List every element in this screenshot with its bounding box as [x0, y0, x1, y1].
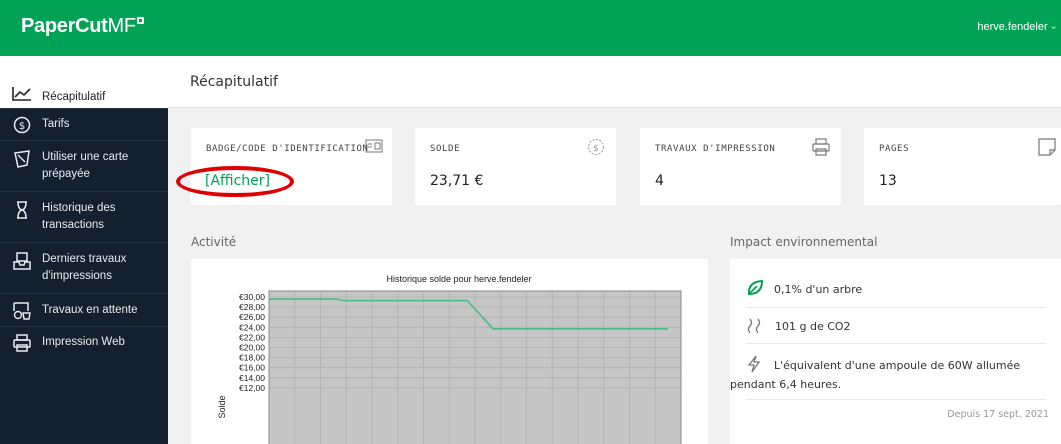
chart-title: Historique solde pour herve.fendeler	[386, 274, 531, 284]
dollar-circle-icon: $	[587, 138, 605, 160]
page-header: Récapitulatif	[168, 56, 1061, 108]
sidebar-item-label: Derniers travaux d'impressions	[42, 253, 127, 282]
y-tick-label: €26,00	[239, 312, 265, 322]
sidebar-item-travaux-attente[interactable]: Travaux en attente	[0, 294, 168, 327]
divider	[746, 343, 1046, 344]
divider	[746, 399, 1046, 400]
balance-value: 23,71 €	[430, 173, 484, 189]
sidebar-item-label: Impression Web	[42, 336, 125, 348]
page-title: Récapitulatif	[190, 74, 278, 90]
hourglass-icon	[12, 200, 32, 220]
print-jobs-card-title: TRAVAUX D'IMPRESSION	[655, 144, 776, 154]
y-tick-label: €18,00	[239, 353, 265, 363]
dollar-circle-icon: $	[12, 115, 32, 135]
sidebar-item-historique[interactable]: Historique des transactions	[0, 192, 168, 243]
pending-print-icon	[12, 301, 32, 321]
sidebar-item-tarifs[interactable]: $ Tarifs	[0, 109, 168, 141]
page-icon	[1038, 138, 1056, 160]
sidebar-item-derniers-travaux[interactable]: Derniers travaux d'impressions	[0, 243, 168, 294]
top-bar: PaperCutMF herve.fendeler›	[0, 0, 1061, 56]
y-axis-ticks: €30,00€28,00€26,00€24,00€22,00€20,00€18,…	[239, 292, 265, 393]
printer-icon	[12, 333, 32, 353]
papercut-logo[interactable]: PaperCutMF	[21, 15, 144, 38]
tag-icon	[12, 149, 32, 169]
y-tick-label: €24,00	[239, 322, 265, 332]
logo-square-icon	[136, 17, 144, 24]
badge-card: BADGE/CODE D'IDENTIFICATION [Afficher]	[191, 128, 392, 205]
sidebar-item-label: Travaux en attente	[42, 304, 138, 316]
user-name: herve.fendeler	[977, 21, 1048, 33]
svg-text:$: $	[593, 144, 599, 154]
pages-value: 13	[879, 173, 897, 189]
y-tick-label: €22,00	[239, 332, 265, 342]
bulb-impact: L'équivalent d'une ampoule de 60W allumé…	[730, 359, 1021, 391]
svg-text:$: $	[19, 121, 25, 132]
user-menu[interactable]: herve.fendeler›	[977, 21, 1059, 33]
environment-panel: 0,1% d'un arbre 101 g de CO2 L'équivalen…	[730, 259, 1061, 444]
balance-history-chart: Historique solde pour herve.fendeler €30…	[217, 274, 682, 444]
print-jobs-value: 4	[655, 173, 664, 189]
show-badge-link[interactable]: [Afficher]	[205, 173, 270, 189]
logo-text-main: PaperCut	[21, 15, 108, 37]
sidebar-item-label: Utiliser une carte prépayée	[42, 151, 129, 180]
y-tick-label: €16,00	[239, 363, 265, 373]
logo-text-suffix: MF	[107, 15, 137, 37]
id-card-icon	[365, 138, 383, 157]
divider	[746, 307, 1046, 308]
badge-card-title: BADGE/CODE D'IDENTIFICATION	[206, 144, 369, 154]
tree-impact: 0,1% d'un arbre	[774, 283, 863, 296]
y-tick-label: €30,00	[239, 292, 265, 302]
y-axis-label: Solde	[217, 395, 227, 418]
y-tick-label: €20,00	[239, 343, 265, 353]
co2-impact: 101 g de CO2	[775, 320, 851, 333]
sidebar-item-label: Historique des transactions	[42, 202, 116, 231]
printer-icon	[812, 138, 830, 160]
sidebar: Récapitulatif $ Tarifs Utiliser une cart…	[0, 56, 168, 444]
activity-chart-panel: Historique solde pour herve.fendeler €30…	[191, 259, 708, 444]
balance-card: SOLDE $ 23,71 €	[415, 128, 616, 205]
sidebar-item-impression-web[interactable]: Impression Web	[0, 327, 168, 361]
since-date: Depuis 17 sept. 2021	[947, 409, 1049, 420]
y-tick-label: €28,00	[239, 302, 265, 312]
smoke-icon	[746, 318, 764, 338]
sidebar-item-label: Tarifs	[42, 118, 70, 130]
chart-line-icon	[12, 84, 32, 104]
environment-heading: Impact environnemental	[730, 235, 878, 249]
print-jobs-card: TRAVAUX D'IMPRESSION 4	[640, 128, 841, 205]
y-tick-label: €12,00	[239, 383, 265, 393]
sidebar-item-recapitulatif[interactable]: Récapitulatif	[0, 56, 168, 109]
activity-heading: Activité	[191, 235, 237, 249]
tray-icon	[12, 251, 32, 271]
sidebar-item-label: Récapitulatif	[42, 91, 106, 103]
pages-card-title: PAGES	[879, 144, 910, 154]
chevron-down-icon: ›	[1047, 25, 1059, 30]
pages-card: PAGES 13	[864, 128, 1061, 205]
leaf-icon	[746, 279, 764, 301]
sidebar-item-carte-prepayee[interactable]: Utiliser une carte prépayée	[0, 141, 168, 192]
y-tick-label: €14,00	[239, 373, 265, 383]
balance-card-title: SOLDE	[430, 144, 461, 154]
